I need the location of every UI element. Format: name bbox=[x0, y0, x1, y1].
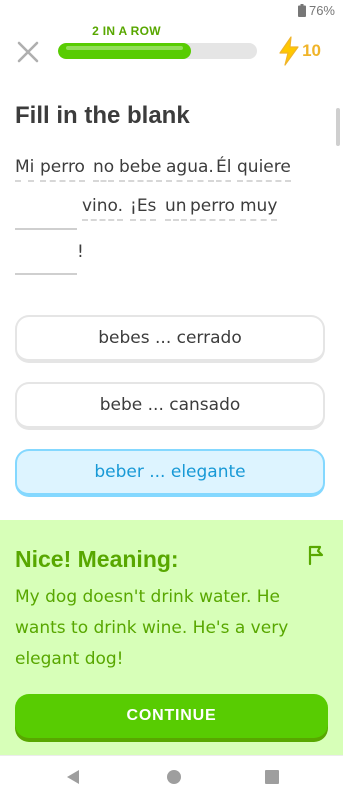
energy-counter[interactable]: 10 bbox=[278, 36, 321, 66]
scrollbar[interactable] bbox=[336, 108, 340, 146]
answer-option[interactable]: bebe ... cansado bbox=[15, 382, 325, 430]
battery-icon bbox=[297, 4, 306, 17]
close-button[interactable] bbox=[14, 38, 42, 66]
energy-count: 10 bbox=[302, 41, 321, 60]
sentence-word[interactable]: bebe bbox=[119, 157, 162, 182]
sentence-word[interactable]: Mi bbox=[15, 157, 35, 182]
flag-icon bbox=[308, 545, 324, 566]
streak-label: 2 IN A ROW bbox=[92, 24, 161, 38]
system-nav-bar bbox=[0, 755, 343, 801]
report-button[interactable] bbox=[305, 544, 327, 566]
feedback-title: Nice! Meaning: bbox=[15, 546, 179, 572]
answer-option[interactable]: bebes ... cerrado bbox=[15, 315, 325, 363]
translation-text: My dog doesn't drink water. He wants to … bbox=[15, 587, 289, 669]
end-punctuation: ! bbox=[77, 242, 84, 262]
continue-button[interactable]: CONTINUE bbox=[15, 694, 328, 738]
lightning-icon bbox=[279, 36, 299, 66]
lesson-progress-fill bbox=[58, 43, 192, 59]
answer-blank bbox=[15, 228, 77, 230]
sentence-word[interactable]: quiere bbox=[237, 157, 291, 182]
back-triangle-icon bbox=[67, 770, 79, 784]
sentence-word[interactable]: Él bbox=[216, 157, 232, 182]
recents-square-icon bbox=[265, 770, 279, 784]
answer-blank bbox=[15, 273, 77, 275]
sentence-word[interactable]: no bbox=[93, 157, 115, 182]
lesson-progress-bar bbox=[58, 43, 257, 59]
sentence-word[interactable]: agua. bbox=[166, 157, 214, 182]
sentence-word[interactable]: ¡Es bbox=[130, 196, 157, 221]
home-circle-icon bbox=[167, 770, 181, 784]
home-button[interactable] bbox=[166, 769, 184, 787]
feedback-panel: Nice! Meaning: My dog doesn't drink wate… bbox=[0, 520, 343, 755]
sentence-word[interactable]: un bbox=[165, 196, 187, 221]
sentence-word[interactable]: muy bbox=[240, 196, 278, 221]
battery-indicator: 76% bbox=[297, 3, 335, 18]
recents-button[interactable] bbox=[265, 769, 283, 787]
sentence-word[interactable]: perro bbox=[40, 157, 85, 182]
close-icon bbox=[17, 41, 39, 63]
answer-option-selected[interactable]: beber ... elegante bbox=[15, 449, 325, 497]
sentence-word[interactable]: vino. bbox=[82, 196, 124, 221]
status-bar: 76% bbox=[0, 0, 343, 22]
sentence-word[interactable]: perro bbox=[190, 196, 235, 221]
progress-shine bbox=[66, 46, 184, 50]
challenge-title: Fill in the blank bbox=[15, 102, 190, 129]
back-button[interactable] bbox=[66, 769, 84, 787]
battery-percentage: 76% bbox=[308, 3, 335, 18]
